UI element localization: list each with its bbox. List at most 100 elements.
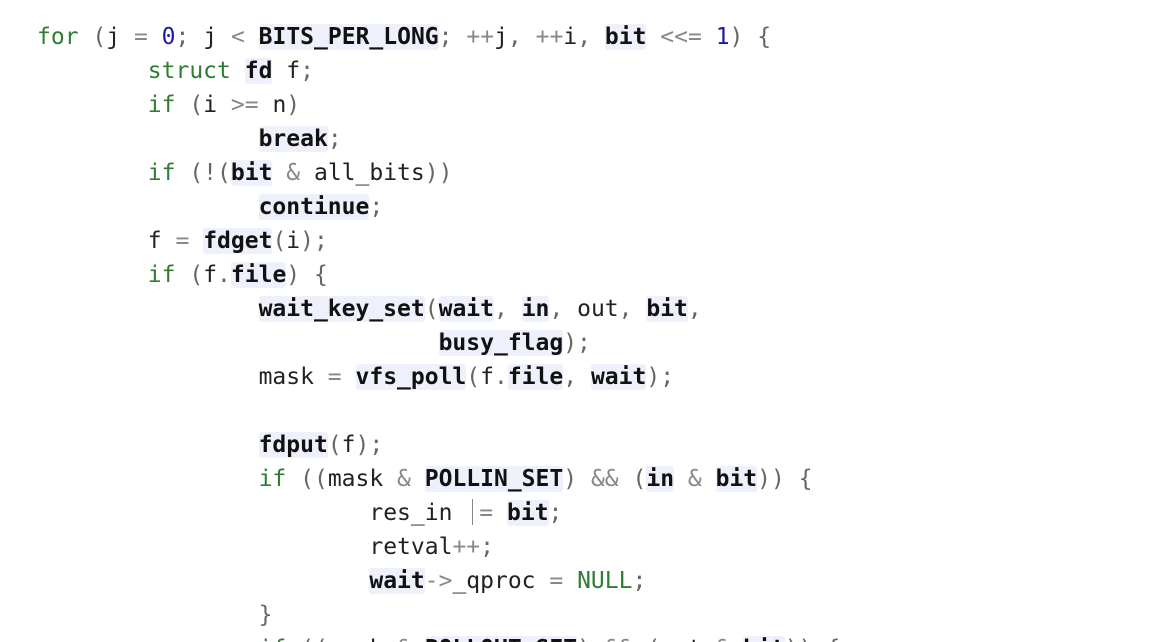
symbol-reference[interactable]: bit [646,296,688,322]
code-token: mask [258,364,314,390]
code-token: , [507,24,536,50]
code-token: ; [369,194,384,220]
code-token: = [120,24,162,50]
symbol-reference[interactable]: file [230,262,287,288]
code-line: continue; [37,190,840,224]
code-token: ); [355,432,384,458]
code-token: , [577,24,605,50]
code-token: f [147,228,162,254]
code-token: f [480,364,494,390]
keyword-token: if [258,466,287,492]
code-token: retval [369,534,453,560]
code-token: ); [300,228,328,254]
symbol-reference[interactable]: bit [230,160,273,186]
symbol-reference[interactable]: vfs_poll [355,364,467,390]
keyword-token: struct [147,58,231,84]
code-token: & [383,636,425,642]
code-token: ) { [729,24,772,50]
code-token: NULL [577,568,633,594]
code-token: = [535,568,578,594]
code-token: , [493,296,522,322]
code-token: <<= [646,24,716,50]
symbol-reference[interactable]: POLLIN_SET [424,466,564,492]
code-line: res_in = bit; [37,496,840,530]
code-token: ); [563,330,591,356]
code-token: ( [175,262,204,288]
code-block[interactable]: for (j = 0; j < BITS_PER_LONG; ++j, ++i,… [37,20,840,642]
code-token: ( [175,92,204,118]
symbol-reference[interactable]: wait_key_set [258,296,425,322]
symbol-reference[interactable]: file [507,364,564,390]
symbol-reference[interactable]: fdput [258,432,328,458]
code-token: = [313,364,356,390]
code-line: if (!(bit & all_bits)) [37,156,840,190]
code-token: ( [632,636,660,642]
code-line: f = fdget(i); [37,224,840,258]
code-line: break; [37,122,840,156]
symbol-reference[interactable]: bit [743,636,785,642]
code-token: j [203,24,218,50]
symbol-reference[interactable]: in [646,466,675,492]
code-line: if (f.file) { [37,258,840,292]
code-token: ( [327,432,342,458]
code-viewer[interactable]: for (j = 0; j < BITS_PER_LONG; ++j, ++i,… [0,0,1162,642]
symbol-reference[interactable]: wait [590,364,647,390]
code-token: )) { [757,466,813,492]
symbol-reference[interactable]: wait [369,568,425,594]
code-token: f [272,58,301,84]
symbol-reference[interactable]: in [521,296,550,322]
code-token: res_in [369,500,453,526]
symbol-reference[interactable]: bit [715,466,758,492]
number-token: 0 [161,24,176,50]
keyword-token: if [147,160,176,186]
code-token: mask [328,636,383,642]
symbol-reference[interactable]: continue [258,194,370,220]
code-line: if (i >= n) [37,88,840,122]
code-token: ( [92,24,107,50]
symbol-reference[interactable]: busy_flag [438,330,564,356]
code-line: busy_flag); [37,326,840,360]
code-token: j [494,24,508,50]
code-token: i [203,92,218,118]
code-token: f [341,432,356,458]
code-token: , [563,364,591,390]
code-token: ; [632,568,647,594]
symbol-reference[interactable]: bit [604,24,647,50]
code-token: ) [577,636,605,642]
code-token: , [618,296,647,322]
code-token: = [161,228,204,254]
code-token: ; [327,126,342,152]
symbol-reference[interactable]: wait [438,296,494,322]
code-line: for (j = 0; j < BITS_PER_LONG; ++j, ++i,… [37,20,840,54]
code-line: struct fd f; [37,54,840,88]
code-token: , [549,296,578,322]
symbol-reference[interactable]: break [258,126,328,152]
symbol-reference[interactable]: bit [507,500,549,526]
code-token: ); [646,364,675,390]
symbol-reference[interactable]: fd [244,58,273,84]
code-token: < [217,24,259,50]
code-line: retval++; [37,530,840,564]
number-token: 1 [715,24,730,50]
symbol-reference[interactable]: POLLOUT_SET [424,636,578,642]
code-token: ) { [286,262,328,288]
code-token: ++ [535,24,564,50]
code-token: && [605,636,633,642]
symbol-reference[interactable]: fdget [203,228,273,254]
symbol-reference[interactable]: BITS_PER_LONG [258,24,439,50]
text-cursor [472,499,474,525]
